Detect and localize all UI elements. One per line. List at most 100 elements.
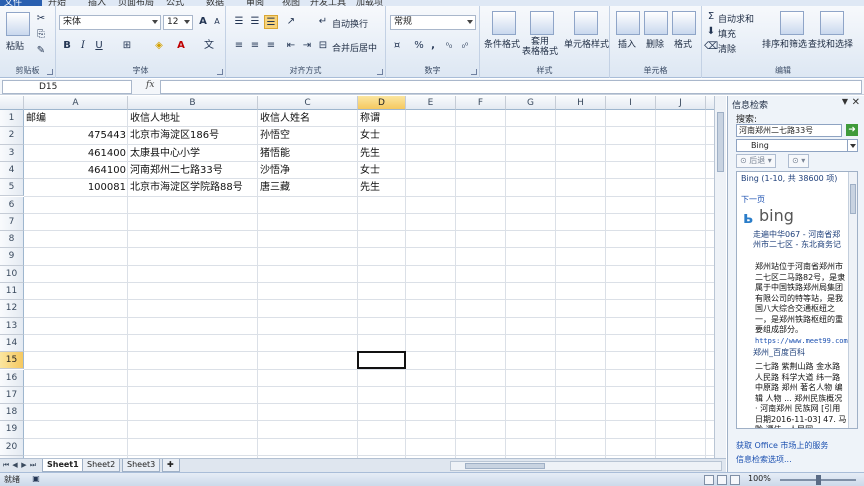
percent-button[interactable]: % <box>412 39 426 53</box>
sheet-tab-2[interactable]: Sheet2 <box>82 459 121 472</box>
insert-function-button[interactable]: fx <box>146 80 154 90</box>
decrease-decimal-icon[interactable]: ₀⁰ <box>458 39 472 53</box>
cell-b2[interactable]: 北京市海淀区186号 <box>128 128 219 143</box>
page-break-view-icon[interactable] <box>730 475 740 485</box>
cell-c5[interactable]: 唐三藏 <box>258 180 290 195</box>
sheet-tab-1[interactable]: Sheet1 <box>42 459 84 472</box>
cell-a5[interactable]: 100081 <box>24 180 128 195</box>
delete-icon[interactable] <box>644 11 668 35</box>
fill-button[interactable]: 填充 <box>718 27 736 40</box>
vertical-scrollbar[interactable] <box>714 96 726 458</box>
back-button[interactable]: ⊙ 后退 ▾ <box>736 154 776 168</box>
cell-d4[interactable]: 女士 <box>358 163 380 178</box>
cell-b3[interactable]: 太康县中心小学 <box>128 146 200 161</box>
normal-view-icon[interactable] <box>704 475 714 485</box>
macro-record-icon[interactable]: ▣ <box>30 473 42 485</box>
column-header-j[interactable]: J <box>656 96 706 110</box>
cell-styles-button[interactable]: 单元格样式 <box>564 37 609 50</box>
row-header-7[interactable]: 7 <box>0 213 24 232</box>
row-header-18[interactable]: 18 <box>0 404 24 422</box>
zoom-slider[interactable] <box>780 475 856 485</box>
clipboard-launcher[interactable] <box>47 69 53 75</box>
decrease-indent-icon[interactable]: ⇤ <box>284 39 298 53</box>
wrap-text-button[interactable]: 自动换行 <box>332 17 368 30</box>
cut-icon[interactable]: ✂ <box>34 12 48 26</box>
cell-b4[interactable]: 河南郑州二七路33号 <box>128 163 223 178</box>
comma-button[interactable]: , <box>426 39 440 53</box>
grow-font-button[interactable]: A <box>196 15 210 29</box>
cell-d2[interactable]: 女士 <box>358 128 380 143</box>
table-format-icon[interactable] <box>530 11 554 35</box>
zoom-slider-knob[interactable] <box>816 475 821 485</box>
row-header-19[interactable]: 19 <box>0 421 24 439</box>
select-all-corner[interactable] <box>0 96 24 110</box>
row-header-9[interactable]: 9 <box>0 248 24 266</box>
conditional-format-icon[interactable] <box>492 11 516 35</box>
cell-d3[interactable]: 先生 <box>358 146 380 161</box>
fill-icon[interactable]: ⬇ <box>704 25 718 39</box>
cell-c2[interactable]: 孙悟空 <box>258 128 290 143</box>
underline-button[interactable]: U <box>92 39 106 53</box>
cell-d5[interactable]: 先生 <box>358 180 380 195</box>
first-sheet-icon[interactable]: ⏮ <box>2 460 10 471</box>
research-search-input[interactable]: 河南郑州二七路33号 <box>736 124 842 137</box>
wrap-text-icon[interactable]: ↵ <box>316 15 330 29</box>
row-header-2[interactable]: 2 <box>0 127 24 145</box>
clear-icon[interactable]: ⌫ <box>704 40 718 54</box>
next-page-link[interactable]: 下一页 <box>741 194 765 205</box>
cell-a4[interactable]: 464100 <box>24 163 128 178</box>
row-header-13[interactable]: 13 <box>0 317 24 335</box>
increase-decimal-icon[interactable]: ⁰₀ <box>442 39 456 53</box>
office-marketplace-link[interactable]: 获取 Office 市场上的服务 <box>736 440 828 451</box>
find-select-button[interactable]: 查找和选择 <box>808 37 853 50</box>
row-header-14[interactable]: 14 <box>0 334 24 353</box>
cell-b1[interactable]: 收信人地址 <box>128 111 180 126</box>
results-scroll-thumb[interactable] <box>850 184 856 214</box>
forward-button[interactable]: ⊙ ▾ <box>788 154 810 168</box>
cell-c3[interactable]: 猪悟能 <box>258 146 290 161</box>
new-sheet-icon[interactable]: ✚ <box>162 459 180 472</box>
orientation-icon[interactable]: ↗ <box>284 15 298 29</box>
name-box[interactable]: D15 <box>2 80 132 94</box>
result-2-title[interactable]: 郑州_百度百科 <box>753 348 845 358</box>
cell-a2[interactable]: 475443 <box>24 128 128 143</box>
delete-button[interactable]: 删除 <box>646 37 664 50</box>
currency-icon[interactable]: ¤ <box>390 39 404 53</box>
cell-d1[interactable]: 称谓 <box>358 111 380 126</box>
research-source-select[interactable]: Bing <box>736 139 858 152</box>
cell-c4[interactable]: 沙悟净 <box>258 163 290 178</box>
worksheet-grid[interactable]: A B C D E F G H I J 1 2 3 4 5 6 7 8 9 10 11 12 13 14 15 16 17 18 19 2… <box>0 96 726 458</box>
prev-sheet-icon[interactable]: ◀ <box>11 460 19 471</box>
number-format-combo[interactable]: 常规 <box>390 15 476 30</box>
pane-menu-icon[interactable]: ▼ <box>842 97 848 106</box>
column-header-c[interactable]: C <box>258 96 358 110</box>
align-top-icon[interactable]: ☰ <box>232 15 246 29</box>
column-header-b[interactable]: B <box>128 96 258 110</box>
find-select-icon[interactable] <box>820 11 844 35</box>
row-header-3[interactable]: 3 <box>0 144 24 162</box>
clear-button[interactable]: 清除 <box>718 42 736 55</box>
autosum-button[interactable]: 自动求和 <box>718 12 754 25</box>
row-header-1[interactable]: 1 <box>0 110 24 128</box>
formula-input[interactable] <box>160 80 862 94</box>
cell-c1[interactable]: 收信人姓名 <box>258 111 310 126</box>
row-header-15[interactable]: 15 <box>0 352 24 370</box>
row-header-10[interactable]: 10 <box>0 265 24 283</box>
autosum-icon[interactable]: Σ <box>704 10 718 24</box>
insert-button[interactable]: 插入 <box>618 37 636 50</box>
close-pane-icon[interactable]: ✕ <box>852 97 860 108</box>
horizontal-scroll-thumb[interactable] <box>465 463 545 469</box>
phonetic-icon[interactable]: 文 <box>202 39 216 53</box>
format-icon[interactable] <box>672 11 696 35</box>
shrink-font-button[interactable]: A <box>210 15 224 29</box>
font-size-combo[interactable]: 12 <box>163 15 193 30</box>
column-header-h[interactable]: H <box>556 96 606 110</box>
column-header-i[interactable]: I <box>606 96 656 110</box>
next-sheet-icon[interactable]: ▶ <box>20 460 28 471</box>
page-layout-view-icon[interactable] <box>717 475 727 485</box>
increase-indent-icon[interactable]: ⇥ <box>300 39 314 53</box>
row-header-8[interactable]: 8 <box>0 231 24 249</box>
search-go-icon[interactable]: ➜ <box>846 124 858 136</box>
format-button[interactable]: 格式 <box>674 37 692 50</box>
row-header-12[interactable]: 12 <box>0 300 24 318</box>
